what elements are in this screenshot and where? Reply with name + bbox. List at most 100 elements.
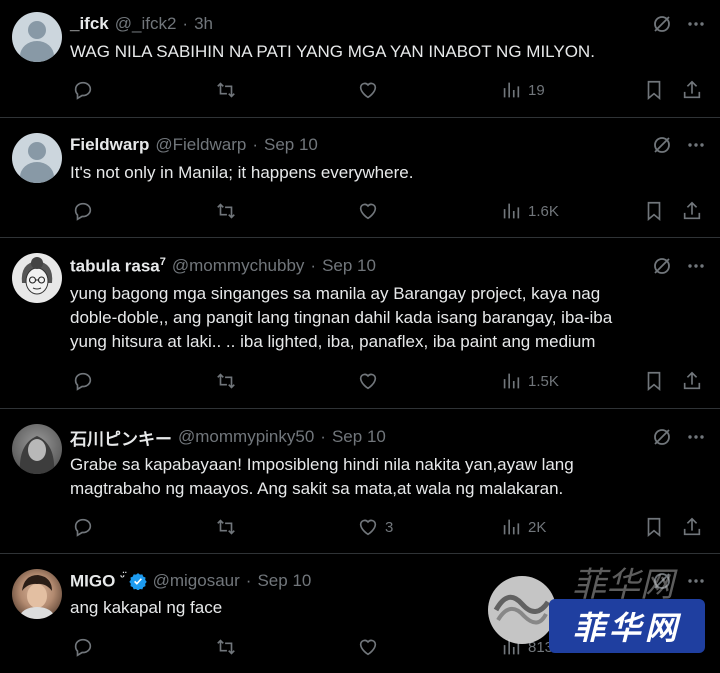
views-bar-chart-icon <box>503 373 520 389</box>
photo-avatar[interactable] <box>12 569 62 619</box>
more-options-icon[interactable] <box>686 135 706 155</box>
retweet-icon <box>217 82 235 98</box>
views-count: 1.5K <box>528 372 559 390</box>
reply-button[interactable] <box>72 370 100 392</box>
separator-dot: · <box>310 256 317 275</box>
tweet[interactable]: Fieldwarp @Fieldwarp · Sep 10 It's not o… <box>0 119 720 238</box>
reply-icon <box>74 202 92 221</box>
more-options-icon[interactable] <box>686 427 706 447</box>
author-name[interactable]: MIGO ᵕ̈ <box>70 571 125 592</box>
views-button[interactable]: 1.5K <box>500 370 559 392</box>
share-button[interactable] <box>681 200 703 222</box>
tweet-header: MIGO ᵕ̈ @migosaur · Sep 10 <box>70 569 311 593</box>
author-name[interactable]: Fieldwarp <box>70 135 149 155</box>
timestamp[interactable]: Sep 10 <box>257 571 311 591</box>
heart-icon <box>359 639 377 656</box>
views-button[interactable]: 19 <box>500 79 545 101</box>
bookmark-button[interactable] <box>643 516 665 538</box>
tweet-top-icons <box>652 14 706 34</box>
bookmark-button[interactable] <box>643 200 665 222</box>
views-button[interactable]: 2K <box>500 516 546 538</box>
tweet-text: WAG NILA SABIHIN NA PATI YANG MGA YAN IN… <box>70 40 695 64</box>
watermark-badge: 菲华网 <box>549 599 705 653</box>
heart-icon <box>359 203 377 220</box>
like-button[interactable] <box>357 370 385 392</box>
timestamp[interactable]: Sep 10 <box>332 427 386 447</box>
views-count: 1.6K <box>528 202 559 220</box>
author-handle[interactable]: @Fieldwarp <box>155 135 246 155</box>
tweet[interactable]: tabula rasa7 @mommychubby · Sep 10 yung … <box>0 239 720 409</box>
like-count: 3 <box>385 518 394 536</box>
like-button[interactable] <box>357 79 385 101</box>
more-options-icon[interactable] <box>686 256 706 276</box>
tweet-header: Fieldwarp @Fieldwarp · Sep 10 <box>70 133 318 157</box>
like-button[interactable] <box>357 200 385 222</box>
views-button[interactable]: 1.6K <box>500 200 559 222</box>
separator-dot: · <box>182 14 189 33</box>
grok-icon[interactable] <box>652 135 672 155</box>
views-bar-chart-icon <box>503 519 520 535</box>
like-button[interactable]: 3 <box>357 516 393 538</box>
tweet-header: 石川ピンキー @mommypinky50 · Sep 10 <box>70 425 386 449</box>
timestamp[interactable]: Sep 10 <box>322 256 376 276</box>
share-icon <box>683 80 701 99</box>
tweet[interactable]: 石川ピンキー @mommypinky50 · Sep 10 Grabe sa k… <box>0 410 720 554</box>
views-count: 19 <box>528 81 545 99</box>
separator-dot: · <box>320 427 326 446</box>
reply-button[interactable] <box>72 516 100 538</box>
share-button[interactable] <box>681 79 703 101</box>
grayscale-photo-avatar[interactable] <box>12 424 62 474</box>
tweet-text-line: It's not only in Manila; it happens ever… <box>70 163 414 182</box>
author-handle[interactable]: @_ifck2 <box>115 14 177 34</box>
retweet-button[interactable] <box>215 200 243 222</box>
share-button[interactable] <box>681 370 703 392</box>
retweet-button[interactable] <box>215 370 243 392</box>
author-handle[interactable]: @mommypinky50 <box>178 427 314 447</box>
bookmark-button[interactable] <box>643 79 665 101</box>
tweet-header: tabula rasa7 @mommychubby · Sep 10 <box>70 254 376 278</box>
tweet-text-line: WAG NILA SABIHIN NA PATI YANG MGA YAN IN… <box>70 42 595 61</box>
author-name[interactable]: 石川ピンキー <box>70 425 172 450</box>
timestamp[interactable]: Sep 10 <box>264 135 318 155</box>
grok-icon[interactable] <box>652 14 672 34</box>
retweet-button[interactable] <box>215 79 243 101</box>
tweet-text-line: yung hitsura at laki.. .. iba lighted, i… <box>70 332 596 351</box>
reply-button[interactable] <box>72 79 100 101</box>
tweet-actions: 1.5K <box>70 370 710 394</box>
author-name[interactable]: tabula rasa7 <box>70 256 166 277</box>
bookmark-icon <box>647 80 661 101</box>
bookmark-icon <box>647 201 661 222</box>
heart-icon <box>359 373 377 390</box>
verified-badge-icon[interactable] <box>128 572 147 590</box>
grok-icon[interactable] <box>652 256 672 276</box>
separator-dot: · <box>245 571 252 590</box>
name-emoticon: ᵕ̈ <box>120 570 125 583</box>
retweet-button[interactable] <box>215 516 243 538</box>
bookmark-button[interactable] <box>643 370 665 392</box>
name-superscript: 7 <box>159 255 166 268</box>
tweet-text-line: yung bagong mga singanges sa manila ay B… <box>70 284 601 303</box>
like-button[interactable] <box>357 636 385 658</box>
reply-button[interactable] <box>72 200 100 222</box>
tweet-top-icons <box>652 427 706 447</box>
tweet-top-icons <box>652 256 706 276</box>
share-icon <box>683 371 701 390</box>
reply-button[interactable] <box>72 636 100 658</box>
timestamp[interactable]: 3h <box>194 14 213 34</box>
tweet[interactable]: _ifck @_ifck2 · 3h WAG NILA SABIHIN NA P… <box>0 0 720 118</box>
author-name[interactable]: _ifck <box>70 14 109 34</box>
sketch-portrait-avatar[interactable] <box>12 253 62 303</box>
default-avatar[interactable] <box>12 12 62 62</box>
tweet-text: Grabe sa kapabayaan! Imposibleng hindi n… <box>70 453 695 501</box>
grok-icon[interactable] <box>652 427 672 447</box>
author-handle[interactable]: @mommychubby <box>172 256 305 276</box>
tweet-actions: 3 2K <box>70 516 710 540</box>
share-button[interactable] <box>681 516 703 538</box>
more-options-icon[interactable] <box>686 14 706 34</box>
default-avatar[interactable] <box>12 133 62 183</box>
retweet-button[interactable] <box>215 636 243 658</box>
author-handle[interactable]: @migosaur <box>153 571 240 591</box>
retweet-icon <box>217 519 235 535</box>
views-bar-chart-icon <box>503 82 520 98</box>
tweet-header: _ifck @_ifck2 · 3h <box>70 12 213 36</box>
